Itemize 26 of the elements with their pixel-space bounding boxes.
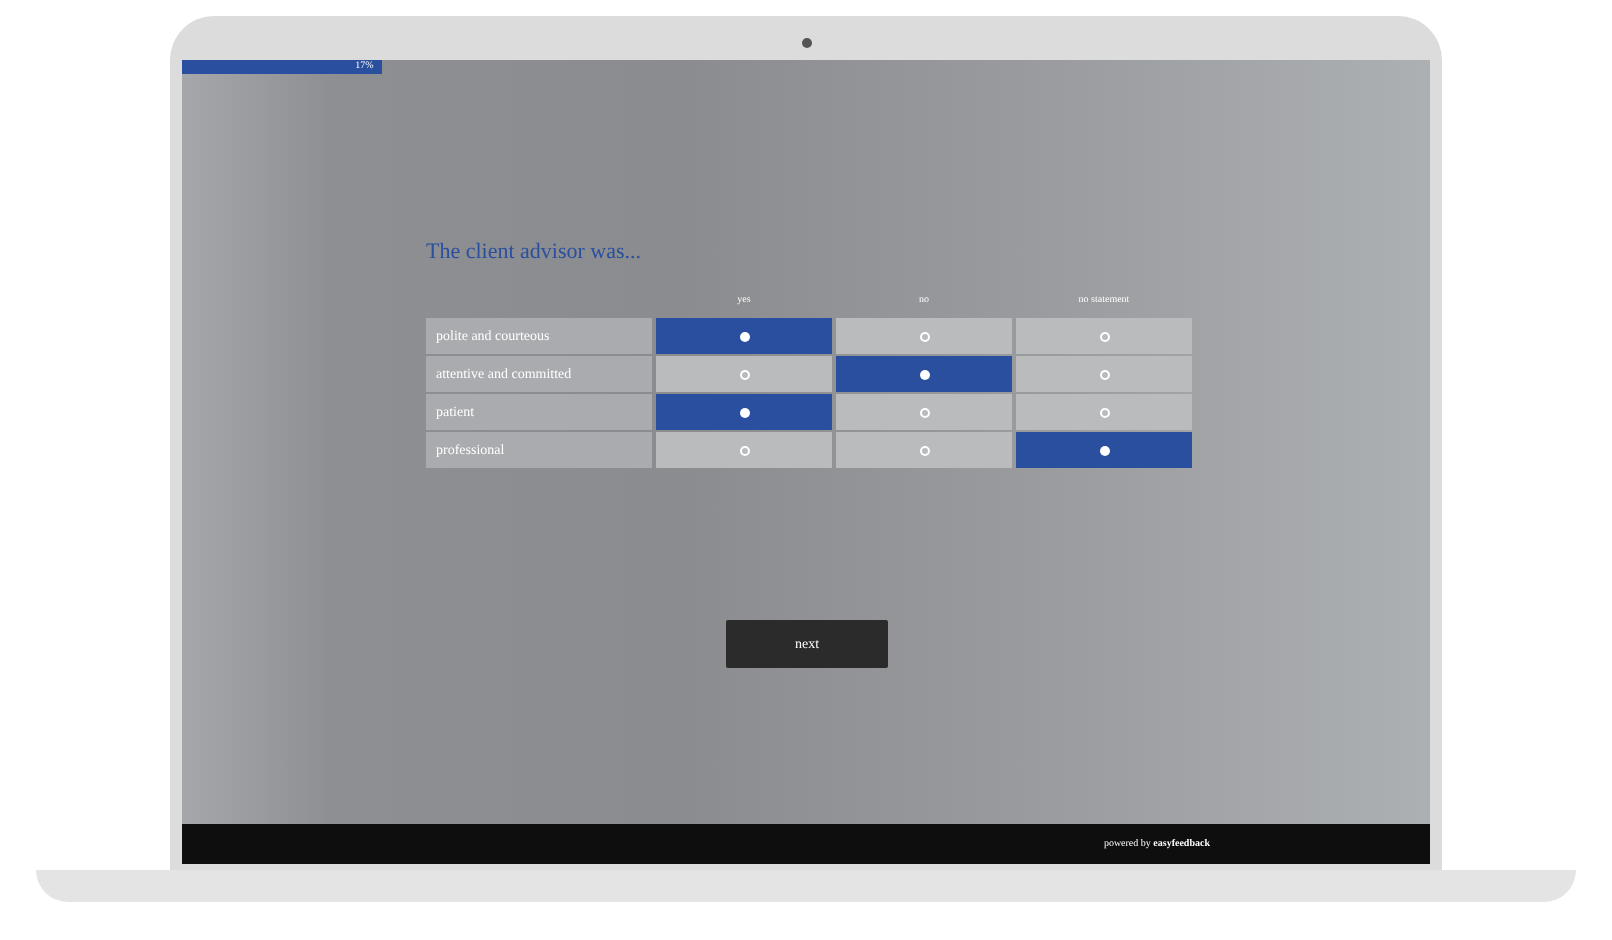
radio-icon bbox=[739, 369, 749, 379]
radio-cell[interactable] bbox=[836, 356, 1012, 392]
radio-cell[interactable] bbox=[836, 432, 1012, 468]
radio-cell[interactable] bbox=[836, 318, 1012, 354]
radio-icon bbox=[1099, 369, 1109, 379]
radio-icon bbox=[919, 445, 929, 455]
radio-cell[interactable] bbox=[1016, 318, 1192, 354]
radio-cell[interactable] bbox=[656, 318, 832, 354]
radio-cell[interactable] bbox=[836, 394, 1012, 430]
camera-icon bbox=[801, 38, 811, 48]
radio-cell[interactable] bbox=[656, 432, 832, 468]
radio-icon bbox=[1099, 331, 1109, 341]
radio-icon bbox=[739, 331, 749, 341]
radio-icon bbox=[739, 445, 749, 455]
radio-icon bbox=[1099, 407, 1109, 417]
radio-icon bbox=[919, 369, 929, 379]
radio-icon bbox=[739, 407, 749, 417]
radio-cell[interactable] bbox=[1016, 394, 1192, 430]
radio-cell[interactable] bbox=[656, 356, 832, 392]
question-title: The client advisor was... bbox=[426, 242, 644, 264]
radio-icon bbox=[919, 331, 929, 341]
radio-icon bbox=[919, 407, 929, 417]
radio-cell[interactable] bbox=[1016, 432, 1192, 468]
radio-cell[interactable] bbox=[1016, 356, 1192, 392]
radio-icon bbox=[1099, 445, 1109, 455]
radio-cell[interactable] bbox=[656, 394, 832, 430]
